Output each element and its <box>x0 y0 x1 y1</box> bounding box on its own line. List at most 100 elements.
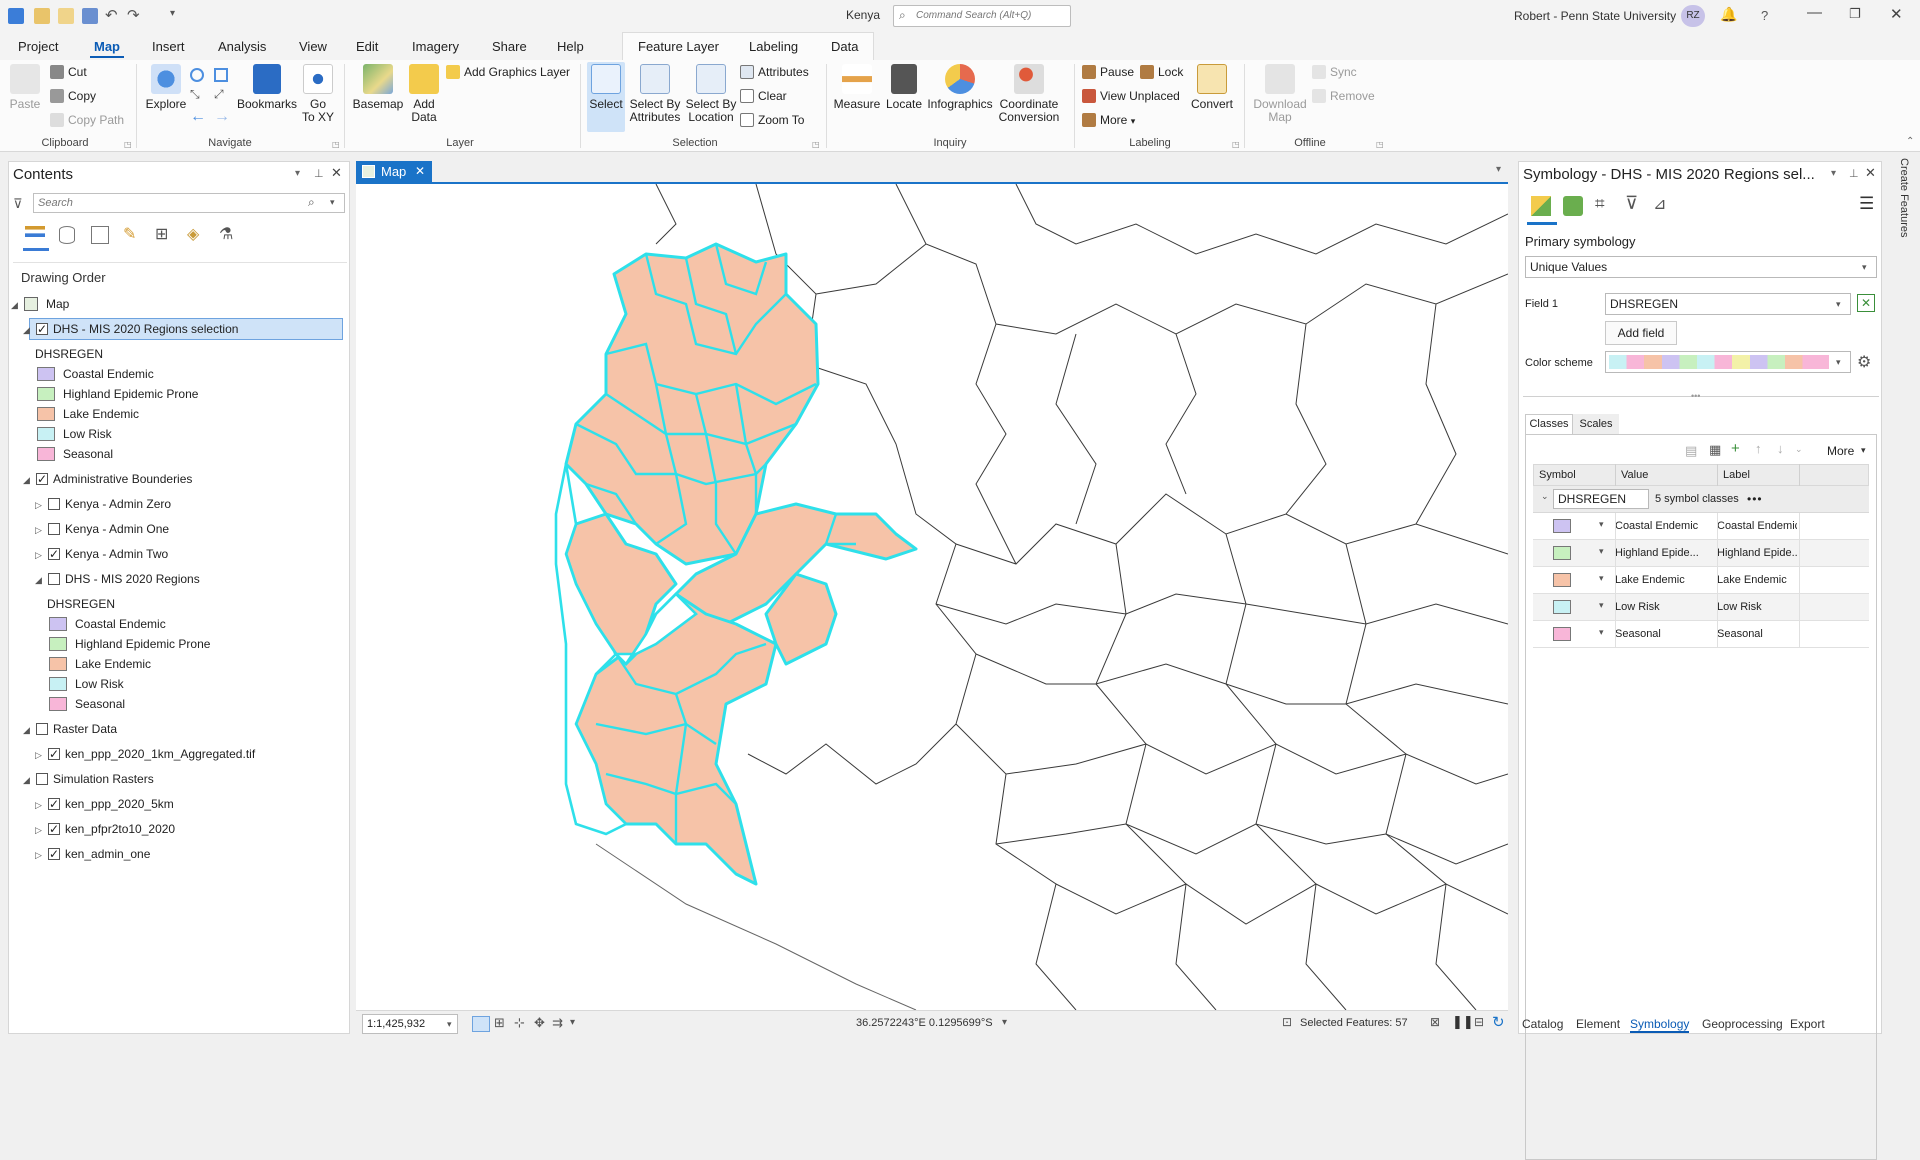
layer-visibility-checkbox[interactable] <box>36 469 48 489</box>
navigation-mode-icon[interactable]: ✥ <box>534 1015 545 1031</box>
field1-select[interactable]: DHSREGEN ▾ <box>1605 293 1851 315</box>
class-label[interactable]: Coastal Endemic <box>1717 513 1797 540</box>
notifications-icon[interactable]: 🔔 <box>1720 6 1737 23</box>
pause-labeling-button[interactable]: Pause <box>1082 63 1134 81</box>
symbol-layer-drawing-tab-icon[interactable]: ⌗ <box>1595 194 1605 214</box>
group-simulation-rasters[interactable]: ◢ Simulation Rasters <box>23 769 154 789</box>
column-header-symbol[interactable]: Symbol <box>1539 462 1576 489</box>
reverse-order-icon[interactable]: ▤ <box>1685 443 1697 459</box>
pause-drawing-icon[interactable]: ❚❚ <box>1452 1014 1474 1030</box>
chevron-down-icon[interactable]: ▾ <box>1599 573 1604 584</box>
splitter-handle-icon[interactable]: ••• <box>1691 391 1700 401</box>
layer-visibility-checkbox[interactable] <box>48 523 60 535</box>
view-unplaced-button[interactable]: View Unplaced <box>1082 87 1180 105</box>
map-canvas[interactable] <box>356 184 1508 1010</box>
contents-search-input[interactable]: Search ⌕ ▾ <box>33 193 345 213</box>
tab-project[interactable]: Project <box>14 36 62 58</box>
filter-icon[interactable]: ⊽ <box>1625 193 1638 214</box>
layer-ken-pfpr[interactable]: ▷ ken_pfpr2to10_2020 <box>35 819 175 839</box>
list-by-editing-icon[interactable]: ✎ <box>123 224 136 244</box>
list-by-drawing-order-icon[interactable] <box>25 226 45 244</box>
layer-dhs-regions[interactable]: ◢ DHS - MIS 2020 Regions <box>35 569 200 589</box>
layer-admin-one[interactable]: ▷ Kenya - Admin One <box>35 519 169 539</box>
class-label[interactable]: Lake Endemic <box>1717 567 1797 594</box>
legend-item[interactable]: Highland Epidemic Prone <box>49 634 210 654</box>
constraints-icon[interactable]: ⊹ <box>514 1015 525 1031</box>
chevron-down-icon[interactable]: ▾ <box>570 1017 575 1028</box>
symbology-method-select[interactable]: Unique Values ▾ <box>1525 256 1877 278</box>
collapse-ribbon-icon[interactable]: ⌃ <box>1906 136 1914 147</box>
collapse-icon[interactable]: ◢ <box>35 570 45 590</box>
bookmarks-button[interactable]: Bookmarks <box>236 64 298 111</box>
add-graphics-layer-button[interactable]: Add Graphics Layer <box>446 63 570 81</box>
chevron-down-icon[interactable]: ▾ <box>1599 600 1604 611</box>
user-name[interactable]: Robert - Penn State University <box>1514 9 1676 23</box>
minimize-icon[interactable]: — <box>1807 4 1822 21</box>
chevron-down-icon[interactable]: ▾ <box>1599 546 1604 557</box>
primary-symbology-tab-icon[interactable] <box>1531 196 1551 216</box>
previous-extent-icon[interactable]: ← <box>190 108 206 126</box>
group-options-icon[interactable]: ••• <box>1747 486 1763 513</box>
add-all-values-icon[interactable]: ▦ <box>1709 442 1721 458</box>
add-data-button[interactable]: Add Data <box>406 64 442 124</box>
go-to-xy-button[interactable]: Go To XY <box>300 64 336 124</box>
layer-visibility-checkbox[interactable] <box>48 573 60 585</box>
legend-item[interactable]: Seasonal <box>37 444 113 464</box>
color-scheme-select[interactable]: ▾ <box>1605 351 1851 373</box>
lock-labeling-button[interactable]: Lock <box>1140 63 1183 81</box>
legend-item[interactable]: Low Risk <box>37 424 112 444</box>
labeling-more-button[interactable]: More ▾ <box>1082 111 1135 129</box>
table-row[interactable]: ▾ Lake Endemic Lake Endemic <box>1533 567 1869 594</box>
close-icon[interactable]: ✕ <box>415 164 425 178</box>
symbol-swatch[interactable] <box>1553 546 1571 560</box>
layer-visibility-checkbox[interactable] <box>36 723 48 735</box>
collapse-icon[interactable]: ◢ <box>23 720 33 740</box>
chevron-down-icon[interactable]: ▾ <box>1599 519 1604 530</box>
class-label[interactable]: Highland Epide... <box>1717 540 1797 567</box>
customize-toolbar-icon[interactable]: ▾ <box>170 8 175 19</box>
collapse-icon[interactable]: ⌄ <box>1541 491 1549 502</box>
convert-labels-button[interactable]: Convert <box>1188 64 1236 111</box>
tab-catalog[interactable]: Catalog <box>1522 1017 1563 1031</box>
measure-button[interactable]: Measure <box>832 64 882 111</box>
sync-views-icon[interactable]: ⇉ <box>552 1015 563 1031</box>
layer-visibility-checkbox[interactable] <box>36 319 48 339</box>
new-project-icon[interactable] <box>34 8 50 24</box>
layer-visibility-checkbox[interactable] <box>48 498 60 510</box>
display-filter-tab-icon[interactable]: ⊿ <box>1653 194 1666 214</box>
attributes-button[interactable]: Attributes <box>740 63 809 81</box>
symbol-swatch[interactable] <box>1553 573 1571 587</box>
menu-icon[interactable]: ☰ <box>1859 194 1874 214</box>
map-node[interactable]: ◢ Map <box>11 294 69 314</box>
layer-admin-two[interactable]: ▷ Kenya - Admin Two <box>35 544 168 564</box>
layer-ken-ppp-1km[interactable]: ▷ ken_ppp_2020_1km_Aggregated.tif <box>35 744 255 764</box>
move-down-icon[interactable]: ↓ <box>1777 441 1784 456</box>
clear-selection-button[interactable]: Clear <box>740 87 787 105</box>
zoom-in-fixed-icon[interactable]: ⤡ <box>190 87 200 102</box>
expand-icon[interactable]: ▷ <box>35 795 45 815</box>
column-header-value[interactable]: Value <box>1621 462 1648 489</box>
group-administrative-boundaries[interactable]: ◢ Administrative Bounderies <box>23 469 192 489</box>
tab-feature-layer[interactable]: Feature Layer <box>634 36 723 58</box>
layer-admin-zero[interactable]: ▷ Kenya - Admin Zero <box>35 494 171 514</box>
expand-icon[interactable]: ▷ <box>35 495 45 515</box>
tab-help[interactable]: Help <box>553 36 588 58</box>
pane-menu-icon[interactable]: ▾ <box>1831 168 1836 179</box>
layer-visibility-checkbox[interactable] <box>48 544 60 564</box>
remove-offline-button[interactable]: Remove <box>1312 87 1375 105</box>
map-view-tab[interactable]: Map ✕ <box>356 161 432 183</box>
list-by-labeling-icon[interactable]: ◈ <box>187 224 199 244</box>
sync-button[interactable]: Sync <box>1312 63 1357 81</box>
basemap-button[interactable]: Basemap <box>352 64 404 111</box>
layer-ken-admin-one[interactable]: ▷ ken_admin_one <box>35 844 150 864</box>
vary-symbology-tab-icon[interactable] <box>1563 196 1583 216</box>
layer-dhs-regions-selection[interactable]: ◢ DHS - MIS 2020 Regions selection <box>23 319 238 339</box>
list-by-source-icon[interactable] <box>59 226 75 244</box>
tab-analysis[interactable]: Analysis <box>214 36 270 58</box>
paste-button[interactable]: Paste <box>8 64 42 111</box>
select-by-attributes-button[interactable]: Select By Attributes <box>628 64 682 124</box>
chevron-down-icon[interactable]: ⌄ <box>1795 444 1803 455</box>
legend-item[interactable]: Coastal Endemic <box>37 364 154 384</box>
command-search[interactable]: ⌕ Command Search (Alt+Q) <box>893 5 1071 27</box>
tab-element[interactable]: Element <box>1576 1017 1620 1031</box>
